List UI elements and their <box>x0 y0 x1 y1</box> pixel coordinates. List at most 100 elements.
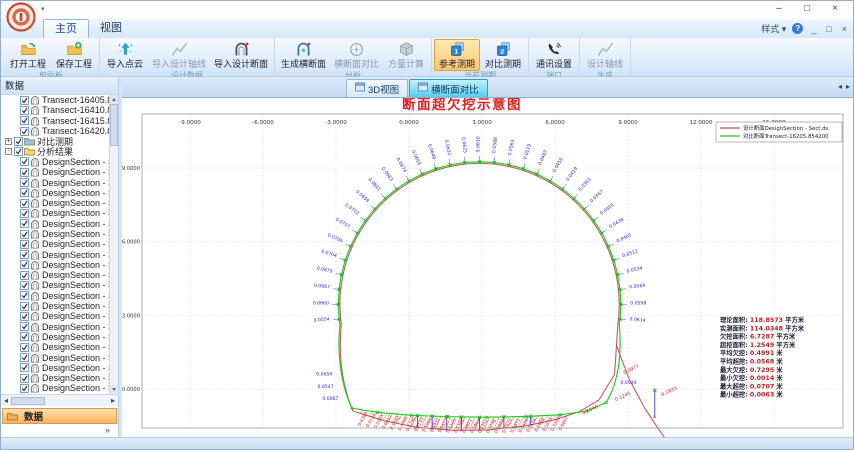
tree-expander[interactable]: + <box>5 138 12 145</box>
quick-access-caret-icon[interactable]: ▾ <box>41 5 45 13</box>
tree-item-designsection[interactable]: DesignSection - Sect <box>1 291 109 301</box>
tab-scroll-right-icon[interactable]: ▸ <box>846 82 850 91</box>
tree-checkbox[interactable] <box>20 332 29 341</box>
ribbon-button-import-design-axis[interactable]: 导入设计轴线 <box>148 39 210 71</box>
tree-item-transect[interactable]: Transect-16420.85 <box>1 126 109 136</box>
tree-checkbox[interactable] <box>20 260 29 269</box>
tree-checkbox[interactable] <box>20 168 29 177</box>
tree-item-designsection[interactable]: DesignSection - Sect <box>1 260 109 270</box>
maximize-button[interactable]: □ <box>793 1 821 17</box>
tree-item-transect[interactable]: Transect-16410.85 <box>1 105 109 115</box>
ribbon-button-volume-calc[interactable]: 方量计算 <box>383 39 429 71</box>
tree-checkbox[interactable] <box>20 96 29 105</box>
panel-overflow-chevron[interactable]: » <box>105 425 110 435</box>
tree-item-designsection[interactable]: DesignSection - Sect <box>1 249 109 259</box>
mdi-minimize-button[interactable]: _ <box>809 24 818 34</box>
tree-checkbox[interactable] <box>14 137 23 146</box>
tree-checkbox[interactable] <box>20 302 29 311</box>
tree-checkbox[interactable] <box>20 363 29 372</box>
data-panel-tab[interactable]: 数据 <box>2 408 117 424</box>
scroll-left-icon[interactable]: ◂ <box>1 396 11 406</box>
ribbon-button-cross-section-compare[interactable]: 横断面对比 <box>330 39 383 71</box>
tree-checkbox[interactable] <box>14 147 23 156</box>
tree-checkbox[interactable] <box>20 178 29 187</box>
tree-checkbox[interactable] <box>20 271 29 280</box>
tree-checkbox[interactable] <box>20 209 29 218</box>
tree-checkbox[interactable] <box>20 188 29 197</box>
tree-expander[interactable]: - <box>5 148 12 155</box>
tree-item-designsection[interactable]: DesignSection - Sect <box>1 219 109 229</box>
ribbon-button-comm-settings[interactable]: 通讯设置 <box>531 39 577 71</box>
tree-item-designsection[interactable]: DesignSection - Sect <box>1 383 109 393</box>
tree-checkbox[interactable] <box>20 106 29 115</box>
tree-vertical-scrollbar[interactable] <box>109 95 118 394</box>
tree-item-designsection[interactable]: DesignSection - Sect <box>1 157 109 167</box>
tree-item-designsection[interactable]: DesignSection - Sect <box>1 373 109 383</box>
tree-item-designsection[interactable]: DesignSection - Sect <box>1 363 109 373</box>
tree-item-transect[interactable]: Transect-16415.85 <box>1 116 109 126</box>
tree-checkbox[interactable] <box>20 127 29 136</box>
scroll-down-icon[interactable] <box>110 385 118 394</box>
tree-item-designsection[interactable]: DesignSection - Sect <box>1 229 109 239</box>
tree-checkbox[interactable] <box>20 384 29 393</box>
tree-checkbox[interactable] <box>20 374 29 383</box>
ribbon-group: 生成横断面横断面对比方量计算分析 <box>275 38 432 76</box>
tree-item-designsection[interactable]: DesignSection - Sect <box>1 177 109 187</box>
tree-checkbox[interactable] <box>20 219 29 228</box>
mdi-restore-button[interactable]: □ <box>824 24 833 34</box>
document-tab-section-compare[interactable]: 横断面对比 <box>409 79 488 97</box>
help-button[interactable]: ? <box>792 23 803 34</box>
tree-checkbox[interactable] <box>20 312 29 321</box>
tree-item-designsection[interactable]: DesignSection - Sect <box>1 301 109 311</box>
tree-item-designsection[interactable]: DesignSection - Sect <box>1 270 109 280</box>
minimize-button[interactable]: – <box>765 1 793 17</box>
tree-item-designsection[interactable]: DesignSection - Sect <box>1 188 109 198</box>
ribbon-button-import-point-cloud[interactable]: 导入点云 <box>102 39 148 71</box>
ribbon-button-design-axis[interactable]: 设计轴线 <box>582 39 628 71</box>
tree-item-designsection[interactable]: DesignSection - Sect <box>1 352 109 362</box>
scrollbar-thumb[interactable] <box>110 104 118 146</box>
tree-item-designsection[interactable]: DesignSection - Sect <box>1 322 109 332</box>
tree-checkbox[interactable] <box>20 230 29 239</box>
tree-item-designsection[interactable]: DesignSection - Sect <box>1 311 109 321</box>
ribbon-button-reference-period[interactable]: 1参考测期 <box>434 39 480 71</box>
tree-node-compare-period[interactable]: +对比测期 <box>1 136 109 146</box>
ribbon-button-open-project[interactable]: 打开工程 <box>5 39 51 71</box>
tree-item-designsection[interactable]: DesignSection - Sect <box>1 342 109 352</box>
ribbon-button-generate-cross-section[interactable]: 生成横断面 <box>277 39 330 71</box>
tree-item-designsection[interactable]: DesignSection - Sect <box>1 280 109 290</box>
app-logo-icon[interactable] <box>6 2 36 32</box>
tree-checkbox[interactable] <box>20 240 29 249</box>
tab-scroll-left-icon[interactable]: ◂ <box>838 82 842 91</box>
tree-horizontal-scrollbar[interactable]: ◂ ▸ <box>1 394 118 406</box>
ribbon-button-save-project[interactable]: 保存工程 <box>51 39 97 71</box>
tree-checkbox[interactable] <box>20 353 29 362</box>
tree-item-designsection[interactable]: DesignSection - Sect <box>1 332 109 342</box>
style-dropdown[interactable]: 样式 ▾ <box>761 22 786 35</box>
tree-item-transect[interactable]: Transect-16405.85 <box>1 95 109 105</box>
scrollbar-thumb[interactable] <box>11 397 45 405</box>
tree-item-designsection[interactable]: DesignSection - Sect <box>1 167 109 177</box>
tree-item-designsection[interactable]: DesignSection - Sect <box>1 198 109 208</box>
document-tab-3d-view[interactable]: 3D视图 <box>346 79 408 97</box>
tree-node-analysis-results[interactable]: -分析结果 <box>1 146 109 156</box>
tree-checkbox[interactable] <box>20 199 29 208</box>
tree-checkbox[interactable] <box>20 250 29 259</box>
tree-checkbox[interactable] <box>20 116 29 125</box>
tree-item-designsection[interactable]: DesignSection - Sect <box>1 239 109 249</box>
tree-checkbox[interactable] <box>20 343 29 352</box>
ribbon-tab-home[interactable]: 主页 <box>43 19 89 38</box>
ribbon-button-compare-period[interactable]: 2对比测期 <box>480 39 526 71</box>
tree-item-designsection[interactable]: DesignSection - Sect <box>1 208 109 218</box>
mdi-close-button[interactable]: × <box>840 24 849 34</box>
ribbon-tab-view[interactable]: 视图 <box>89 19 133 38</box>
tree-checkbox[interactable] <box>20 157 29 166</box>
tree-checkbox[interactable] <box>20 322 29 331</box>
tree-checkbox[interactable] <box>20 291 29 300</box>
tree-checkbox[interactable] <box>20 281 29 290</box>
section-compare-chart[interactable]: -9.0000-6.0000-3.00000.00003.00006.00009… <box>122 98 852 437</box>
close-button[interactable]: × <box>821 1 849 17</box>
ribbon-button-import-design-section[interactable]: 导入设计断面 <box>210 39 272 71</box>
scroll-up-icon[interactable] <box>110 95 118 104</box>
scroll-right-icon[interactable]: ▸ <box>108 396 118 406</box>
